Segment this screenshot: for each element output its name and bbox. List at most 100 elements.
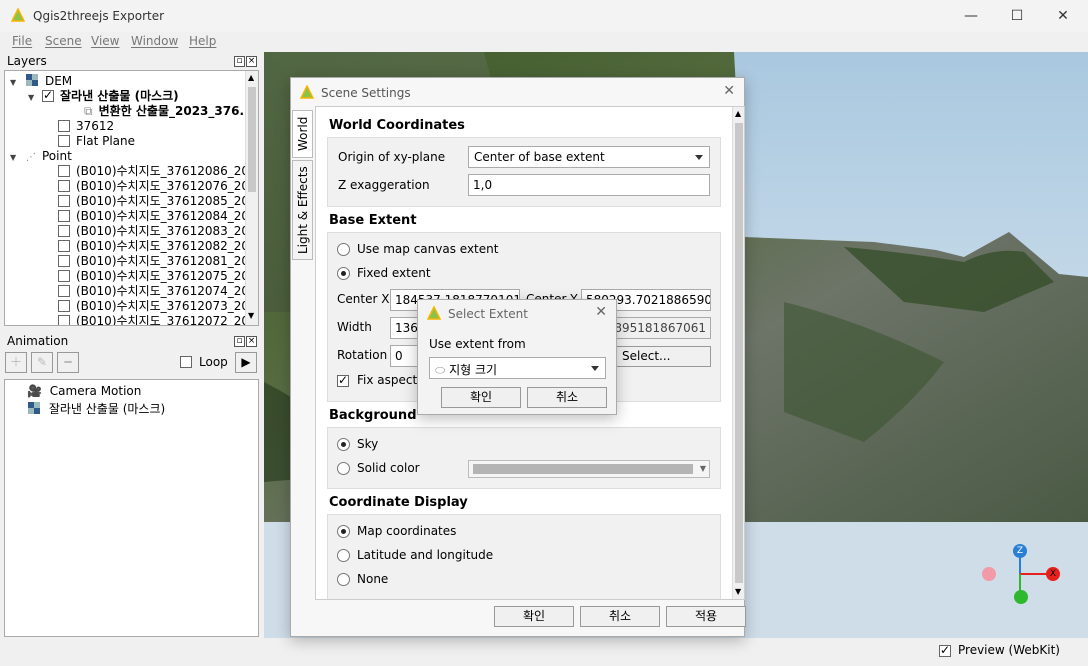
extent-source-combo[interactable]: ⬭ 지형 크기 [429, 357, 606, 379]
origin-combo[interactable]: Center of base extent [468, 146, 710, 168]
layer-label: Point [41, 149, 72, 163]
cancel-button[interactable]: 취소 [580, 606, 660, 627]
layer-tree-row[interactable]: (B010)수치지도_37612084_20... [28, 209, 258, 224]
layer-tree-row[interactable]: (B010)수치지도_37612083_20... [28, 224, 258, 239]
tab-light-effects[interactable]: Light & Effects [292, 160, 313, 260]
layer-tree-row[interactable]: ▼ ⋰ Point [10, 149, 72, 164]
layer-label: 37612 [76, 119, 115, 133]
scroll-up-icon[interactable]: ▲ [735, 109, 741, 118]
menu-view[interactable]: View [91, 34, 119, 48]
layer-checkbox[interactable] [58, 120, 70, 132]
fix-aspect-checkbox[interactable] [337, 373, 349, 387]
layer-tree-row[interactable]: (B010)수치지도_37612073_20... [28, 299, 259, 314]
float-icon[interactable]: ▫ [234, 336, 245, 347]
expand-arrow-icon[interactable]: ▼ [10, 75, 16, 90]
layer-tree-row[interactable]: (B010)수치지도_37612081_20... [28, 254, 259, 269]
layer-checkbox[interactable] [58, 300, 70, 312]
layer-checkbox[interactable] [58, 180, 70, 192]
use-extent-label: Use extent from [429, 337, 526, 351]
scroll-thumb[interactable] [248, 87, 256, 192]
select-extent-button[interactable]: Select... [611, 346, 711, 367]
menu-file[interactable]: File [12, 34, 32, 48]
close-dialog-icon[interactable]: ✕ [723, 83, 735, 99]
play-button[interactable]: ▶ [235, 352, 257, 373]
layers-dock-title: Layers [7, 54, 47, 68]
scroll-down-icon[interactable]: ▼ [735, 587, 741, 596]
layers-scrollbar[interactable]: ▲ ▼ [245, 71, 258, 325]
layer-tree-row[interactable]: 37612 [28, 119, 114, 134]
axis-z-marker: Z [1013, 544, 1027, 558]
preview-checkbox[interactable] [939, 643, 951, 657]
layer-checkbox[interactable] [58, 240, 70, 252]
radio-sky[interactable] [337, 438, 350, 451]
layer-tree-row[interactable]: (B010)수치지도_37612076_20... [28, 179, 258, 194]
maximize-button[interactable]: ☐ [994, 0, 1040, 32]
expand-arrow-icon[interactable]: ▼ [10, 150, 16, 165]
menu-scene[interactable]: Scene [45, 34, 82, 48]
layer-tree-row[interactable]: ⧉ 변환한 산출물_2023_376... [46, 104, 253, 119]
layer-label: 변환한 산출물_2023_376... [98, 104, 254, 118]
close-dialog-icon[interactable]: ✕ [595, 304, 607, 320]
radio-fixed-extent[interactable] [337, 267, 350, 280]
app-logo-icon [11, 8, 25, 22]
zexag-input[interactable]: 1,0 [468, 174, 710, 196]
scroll-down-icon[interactable]: ▼ [248, 311, 254, 320]
expand-arrow-icon[interactable]: ▼ [28, 90, 34, 105]
close-window-button[interactable]: ✕ [1040, 0, 1086, 32]
layer-checkbox[interactable] [58, 270, 70, 282]
add-keyframe-button[interactable]: ＋ [5, 352, 27, 373]
layer-tree-row[interactable]: (B010)수치지도_37612074_20... [28, 284, 258, 299]
select-extent-ok-button[interactable]: 확인 [441, 387, 521, 408]
layer-checkbox[interactable] [58, 195, 70, 207]
layer-tree-row[interactable]: (B010)수치지도_37612085_20... [28, 194, 258, 209]
menu-help[interactable]: Help [189, 34, 216, 48]
float-icon[interactable]: ▫ [234, 56, 245, 67]
layer-checkbox[interactable] [58, 225, 70, 237]
radio-lat-lon[interactable] [337, 549, 350, 562]
layer-tree-row[interactable]: Flat Plane [28, 134, 135, 149]
layer-checkbox[interactable] [58, 315, 70, 325]
layer-label: (B010)수치지도_37612081_20... [76, 254, 259, 268]
close-dock-icon[interactable]: × [246, 336, 257, 347]
layer-tree-row[interactable]: (B010)수치지도_37612086_20... [28, 164, 258, 179]
radio-map-coordinates[interactable] [337, 525, 350, 538]
animation-item-camera[interactable]: 🎥 Camera Motion [27, 384, 141, 399]
radio-none[interactable] [337, 573, 350, 586]
layer-checkbox[interactable] [58, 255, 70, 267]
color-picker-button[interactable]: ▼ [468, 460, 710, 478]
layer-tree-row[interactable]: ▼ DEM [10, 74, 72, 89]
radio-map-canvas-extent[interactable] [337, 243, 350, 256]
close-dock-icon[interactable]: × [246, 56, 257, 67]
animation-dock-buttons: ▫ × [233, 336, 257, 347]
layer-tree-row[interactable]: (B010)수치지도_37612072_20... [28, 314, 258, 325]
layer-checkbox[interactable] [58, 135, 70, 147]
ok-button[interactable]: 확인 [494, 606, 574, 627]
loop-checkbox[interactable] [180, 356, 192, 368]
fix-aspect-label: Fix aspect [357, 373, 418, 387]
menu-window[interactable]: Window [131, 34, 178, 48]
opt-canvas-label: Use map canvas extent [357, 242, 499, 256]
scroll-thumb[interactable] [735, 123, 743, 583]
layer-tree-row[interactable]: ▼ 잘라낸 산출물 (마스크) [28, 88, 179, 105]
radio-solid-color[interactable] [337, 462, 350, 475]
opt-none-label: None [357, 572, 389, 586]
origin-label: Origin of xy-plane [338, 150, 446, 164]
remove-keyframe-button[interactable]: ━ [57, 352, 79, 373]
scene-settings-titlebar: Scene Settings ✕ [291, 78, 744, 106]
tab-world[interactable]: World [292, 110, 313, 158]
layer-checkbox[interactable] [58, 165, 70, 177]
layer-checkbox[interactable] [41, 88, 54, 103]
layer-checkbox[interactable] [58, 285, 70, 297]
minimize-button[interactable]: — [948, 0, 994, 32]
animation-item-layer[interactable]: 잘라낸 산출물 (마스크) [27, 401, 165, 416]
layer-tree-row[interactable]: (B010)수치지도_37612075_20... [28, 269, 258, 284]
layer-label: (B010)수치지도_37612073_20... [76, 299, 259, 313]
apply-button[interactable]: 적용 [666, 606, 746, 627]
select-extent-cancel-button[interactable]: 취소 [527, 387, 607, 408]
scroll-up-icon[interactable]: ▲ [248, 73, 254, 82]
color-swatch [473, 464, 693, 474]
settings-scrollbar[interactable]: ▲ ▼ [732, 107, 744, 599]
layer-tree-row[interactable]: (B010)수치지도_37612082_20... [28, 239, 258, 254]
edit-keyframe-button[interactable]: ✎ [31, 352, 53, 373]
layer-checkbox[interactable] [58, 210, 70, 222]
